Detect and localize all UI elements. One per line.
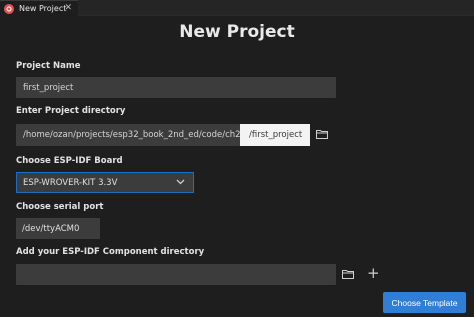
- component-directory-label: Add your ESP-IDF Component directory: [16, 247, 205, 257]
- tab-new-project[interactable]: New Project ✕: [0, 0, 78, 16]
- project-name-input[interactable]: first_project: [16, 77, 336, 98]
- component-directory-input[interactable]: [16, 264, 336, 285]
- folder-icon[interactable]: [342, 269, 354, 279]
- board-label: Choose ESP-IDF Board: [16, 156, 123, 166]
- board-select-value: ESP-WROVER-KIT 3.3V: [23, 177, 118, 188]
- project-directory-input[interactable]: /home/ozan/projects/esp32_book_2nd_ed/co…: [16, 124, 241, 146]
- folder-icon[interactable]: [316, 129, 328, 139]
- chevron-down-icon: [176, 179, 185, 185]
- serial-port-select[interactable]: /dev/ttyACM0: [16, 218, 100, 239]
- project-name-label: Project Name: [16, 61, 81, 71]
- tab-bar: New Project ✕: [0, 0, 474, 16]
- board-select[interactable]: ESP-WROVER-KIT 3.3V: [16, 172, 194, 193]
- serial-port-label: Choose serial port: [16, 202, 104, 212]
- choose-template-button[interactable]: Choose Template: [383, 292, 466, 313]
- espressif-icon: [4, 3, 14, 14]
- project-folder-suffix: /first_project: [240, 124, 310, 146]
- project-directory-label: Enter Project directory: [16, 106, 126, 116]
- tab-label: New Project: [19, 4, 67, 13]
- page-title: New Project: [179, 22, 295, 42]
- tab-strip-divider: [78, 15, 474, 16]
- close-icon[interactable]: ✕: [64, 3, 72, 13]
- plus-icon[interactable]: +: [367, 266, 380, 281]
